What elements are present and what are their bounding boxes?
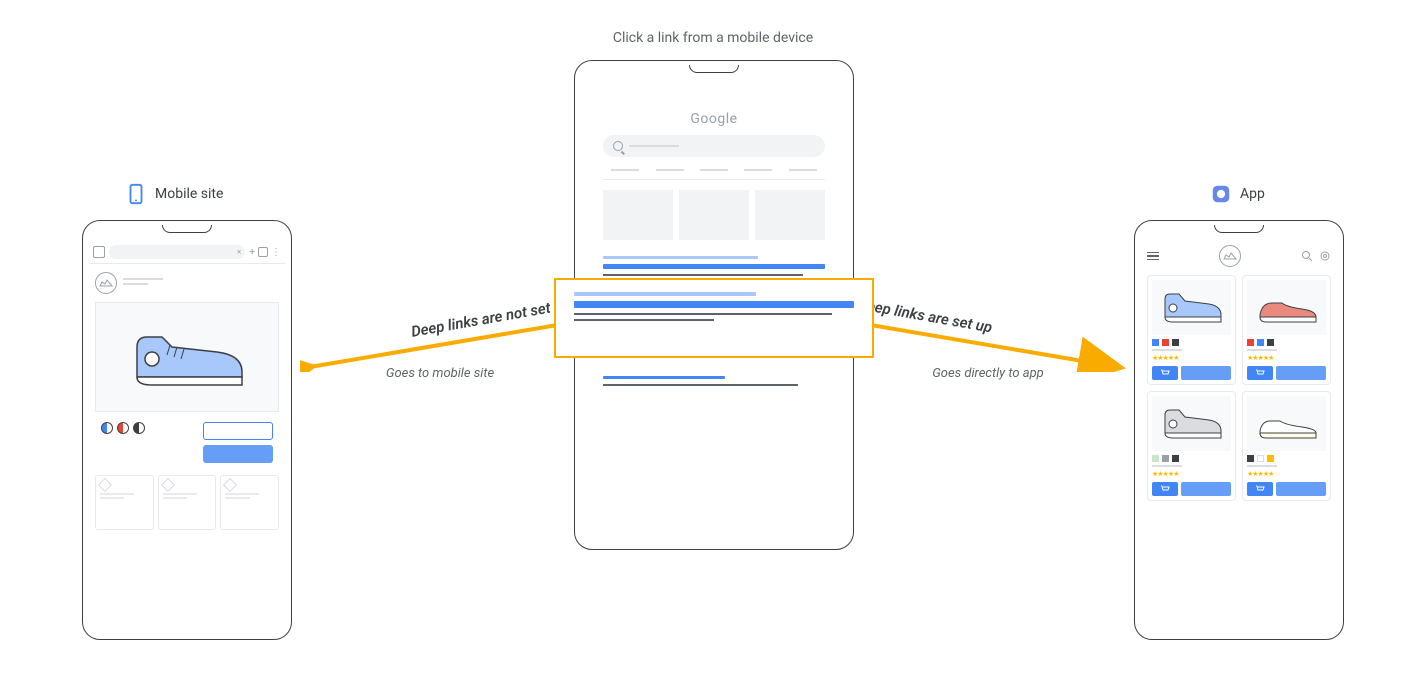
mobile-icon (125, 183, 147, 205)
add-button (1276, 366, 1326, 380)
hero-shoe-image (95, 302, 279, 412)
shoe-icon (1252, 401, 1322, 446)
product-card: ★★★★★ (1242, 391, 1331, 501)
product-card: ★★★★★ (1147, 275, 1236, 385)
search-icon (613, 141, 623, 151)
highlighted-result-box (554, 278, 874, 358)
product-cards-row (95, 475, 279, 530)
cart-button (1152, 366, 1178, 380)
shoe-icon (122, 317, 252, 397)
search-result-3 (603, 376, 825, 386)
add-button (1181, 366, 1231, 380)
right-phone-app: ★★★★★ ★★★★★ (1134, 220, 1344, 640)
cart-button (1247, 366, 1273, 380)
search-tabs (603, 169, 825, 180)
shoe-icon (1252, 285, 1322, 330)
arrow-right-container: Deep links are set up Goes directly to a… (848, 295, 1128, 381)
rating-stars: ★★★★★ (1247, 470, 1326, 478)
tag-icon (98, 478, 112, 492)
product-card: ★★★★★ (1242, 275, 1331, 385)
left-phone-mobile-site: × + ⋮ (82, 220, 292, 640)
shoe-icon (1157, 285, 1227, 330)
more-icon: ⋮ (271, 247, 281, 258)
site-header (89, 272, 285, 302)
rating-stars: ★★★★★ (1247, 354, 1326, 362)
action-buttons (203, 422, 273, 463)
app-icon (1210, 183, 1232, 205)
cart-button (1152, 482, 1178, 496)
mobile-site-label: Mobile site (125, 183, 223, 205)
search-icon (1301, 250, 1313, 262)
deep-links-diagram: Click a link from a mobile device Mobile… (0, 0, 1426, 674)
tabs-icon (258, 247, 268, 257)
outline-button (203, 422, 273, 440)
mobile-site-text: Mobile site (155, 186, 223, 202)
browser-bar: × + ⋮ (89, 241, 285, 264)
product-card: ★★★★★ (1147, 391, 1236, 501)
shoe-icon (1157, 401, 1227, 446)
tag-icon (161, 478, 175, 492)
hamburger-icon (1147, 252, 1159, 261)
color-swatches (101, 422, 145, 434)
cart-button (1247, 482, 1273, 496)
app-header (1141, 241, 1337, 275)
result-cards (603, 190, 825, 240)
gear-icon (1319, 250, 1331, 262)
filled-button (203, 445, 273, 463)
site-logo (95, 272, 117, 294)
product-grid: ★★★★★ ★★★★★ (1141, 275, 1337, 501)
plus-icon: + (249, 247, 255, 258)
app-text: App (1240, 186, 1265, 202)
google-logo: Google (583, 111, 845, 127)
arrow-left-container: Deep links are not set up Goes to mobile… (300, 295, 580, 381)
rating-stars: ★★★★★ (1152, 354, 1231, 362)
tag-icon (223, 478, 237, 492)
add-button (1276, 482, 1326, 496)
add-button (1181, 482, 1231, 496)
highlighted-link (603, 264, 825, 269)
app-label: App (1210, 183, 1265, 205)
url-bar: × (109, 245, 245, 259)
diagram-title: Click a link from a mobile device (613, 30, 813, 46)
app-logo (1219, 245, 1241, 267)
search-bar (603, 135, 825, 157)
rating-stars: ★★★★★ (1152, 470, 1231, 478)
home-icon (93, 246, 105, 258)
